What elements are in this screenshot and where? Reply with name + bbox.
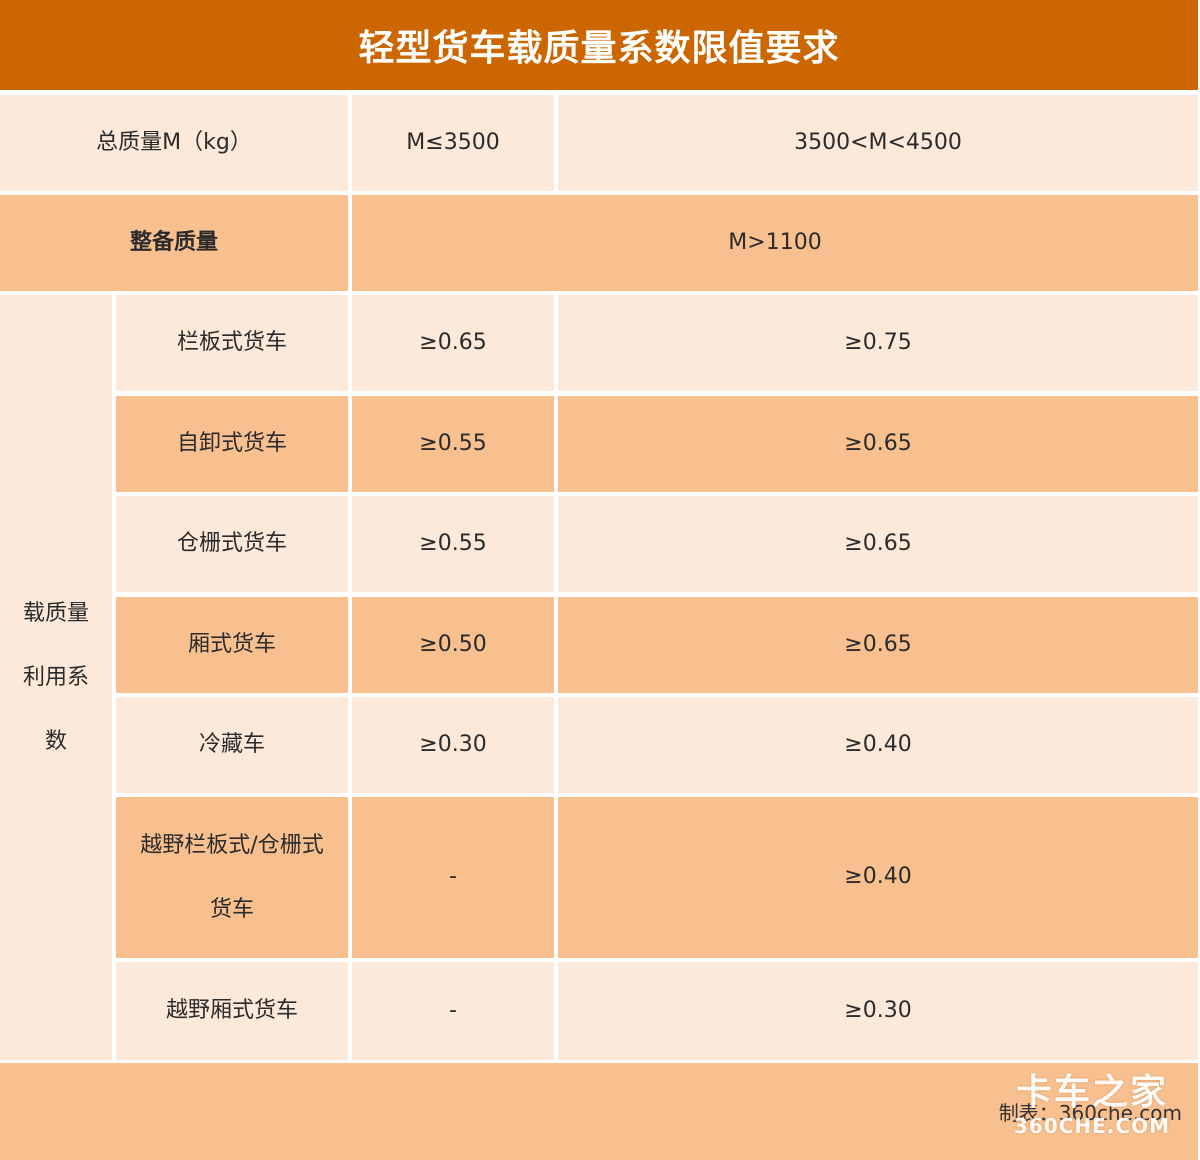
coefficient-table: 轻型货车载质量系数限值要求 总质量M（kg） M≤3500 3500<M<450… [0,0,1200,1160]
table-footer: 制表：360che.com 卡车之家 360CHE.COM [0,1063,1198,1160]
coefficient-cell-range-1: ≥0.50 [352,597,554,693]
curb-mass-label: 整备质量 [0,195,348,291]
site-watermark: 卡车之家 360CHE.COM [1014,1071,1170,1137]
coefficient-cell-range-2: ≥0.40 [558,797,1198,958]
vehicle-type-cell: 冷藏车 [116,697,348,793]
vehicle-type-cell: 厢式货车 [116,597,348,693]
coefficient-cell-range-1: - [352,962,554,1060]
vehicle-type-cell: 栏板式货车 [116,295,348,391]
coefficient-cell-range-2: ≥0.65 [558,597,1198,693]
coefficient-cell-range-2: ≥0.75 [558,295,1198,391]
coefficient-cell-range-2: ≥0.65 [558,396,1198,492]
load-utilization-group-label: 载质量 利用系 数 [0,295,112,1060]
coefficient-cell-range-1: - [352,797,554,958]
coefficient-cell-range-1: ≥0.30 [352,697,554,793]
coefficient-cell-range-1: ≥0.55 [352,496,554,592]
group-label-line-3: 数 [44,728,67,754]
watermark-cn: 卡车之家 [1015,1072,1168,1113]
coefficient-cell-range-2: ≥0.30 [558,962,1198,1060]
vehicle-type-cell: 仓栅式货车 [116,496,348,592]
vehicle-type-line-2: 货车 [209,896,254,922]
vehicle-type-cell: 越野栏板式/仓栅式 货车 [116,797,348,958]
group-label-line-2: 利用系 [22,664,89,690]
coefficient-cell-range-1: ≥0.55 [352,396,554,492]
vehicle-type-line-1: 越野栏板式/仓栅式 [140,832,324,858]
table-title: 轻型货车载质量系数限值要求 [0,0,1198,90]
mass-range-2-header: 3500<M<4500 [558,95,1198,191]
vehicle-type-cell: 自卸式货车 [116,396,348,492]
mass-range-1-header: M≤3500 [352,95,554,191]
watermark-en: 360CHE.COM [1013,1114,1170,1138]
coefficient-cell-range-2: ≥0.65 [558,496,1198,592]
vehicle-type-cell: 越野厢式货车 [116,962,348,1060]
curb-mass-value: M>1100 [352,195,1198,291]
group-label-line-1: 载质量 [22,600,89,626]
coefficient-cell-range-1: ≥0.65 [352,295,554,391]
total-mass-label: 总质量M（kg） [0,95,348,191]
coefficient-cell-range-2: ≥0.40 [558,697,1198,793]
